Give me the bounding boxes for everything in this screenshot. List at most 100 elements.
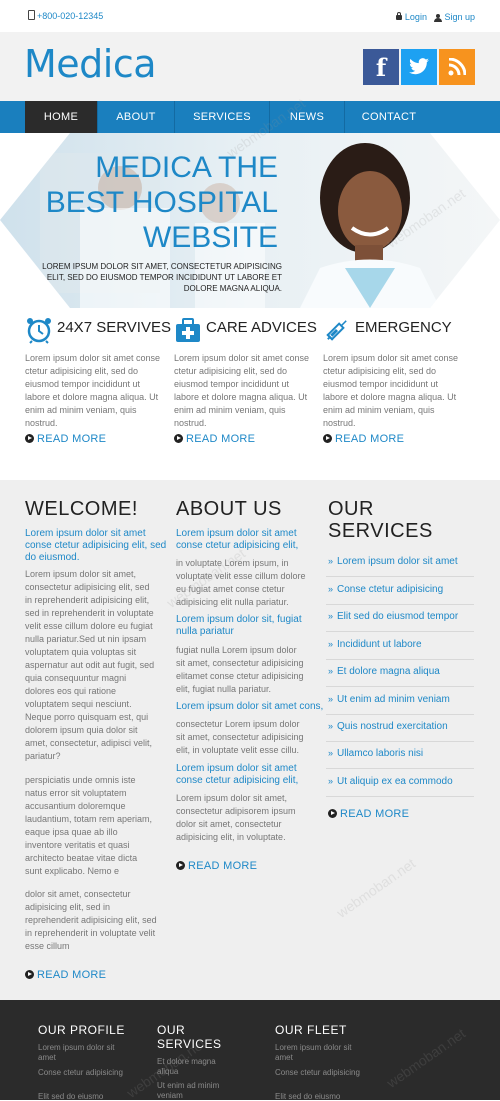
main-content: WELCOME! Lorem ipsum dolor sit amet cons… [0,480,500,1000]
nav-home[interactable]: HOME [25,101,97,133]
service-item[interactable]: » Ut enim ad minim veniam [328,694,450,705]
nav-contact[interactable]: CONTACT [345,101,433,133]
rss-button[interactable] [439,49,475,85]
feature-header: 24X7 SERVIVES [25,308,171,344]
feature-header: CARE ADVICES [174,308,317,344]
header: Medica f [0,32,500,101]
read-more-label: READ MORE [340,808,410,820]
play-icon [174,434,183,443]
about-text: Lorem ipsum dolor sit amet, consectetur … [176,793,296,842]
about-lead: Lorem ipsum dolor sit amet cons, [176,701,324,712]
service-item-label: Incididunt ut labore [337,639,422,650]
site-logo[interactable]: Medica [24,42,157,86]
read-more-link[interactable]: READ MORE [174,433,255,445]
about-text: consectetur Lorem ipsum dolor sit amet, … [176,719,304,755]
feature-title: 24X7 SERVIVES [57,319,171,336]
hero-title-line2: BEST HOSPITAL [45,186,278,219]
nav-about[interactable]: ABOUT [98,101,174,133]
feature-header: EMERGENCY [323,308,463,344]
feature-care-advices: CARE ADVICES Lorem ipsum dolor sit amet … [174,308,317,445]
service-item-label: Conse ctetur adipisicing [337,584,444,595]
welcome-title: WELCOME! [25,498,138,520]
feature-text: Lorem ipsum dolor sit amet conse ctetur … [25,353,161,428]
footer-link[interactable]: Lorem ipsum dolor sit amet [38,1043,128,1063]
footer-services-title-line1: OUR [157,1023,186,1037]
facebook-icon: f [375,52,387,82]
read-more-link[interactable]: READ MORE [323,433,404,445]
welcome-lead: Lorem ipsum dolor sit amet conse ctetur … [25,528,167,563]
footer-fleet-title: OUR FLEET [275,1023,347,1037]
nav-services[interactable]: SERVICES [175,101,269,133]
service-item[interactable]: » Quis nostrud exercitation [328,721,448,732]
service-item[interactable]: » Ut aliquip ex ea commodo [328,776,453,787]
play-icon [25,970,34,979]
service-divider [326,631,474,632]
signup-link[interactable]: Sign up [444,12,475,22]
service-divider [326,686,474,687]
read-more-link[interactable]: READ MORE [176,860,257,872]
welcome-text-3: dolor sit amet, consectetur adipisicing … [25,889,157,951]
service-item[interactable]: » Incididunt ut labore [328,639,422,650]
chevron-right-icon: » [328,584,334,594]
phone-text: +800-020-12345 [37,11,104,21]
medical-kit-icon [176,318,200,342]
login-link[interactable]: Login [405,12,427,22]
read-more-link[interactable]: READ MORE [25,969,106,981]
hero-banner: MEDICA THE BEST HOSPITAL WEBSITE LOREM I… [0,133,500,308]
user-icon [434,13,443,22]
footer-link[interactable]: Lorem ipsum dolor sit amet [275,1043,365,1063]
service-divider [326,741,474,742]
twitter-button[interactable] [401,49,437,85]
service-item[interactable]: » Ullamco laboris nisi [328,748,423,759]
play-icon [25,434,34,443]
hero-title-line1: MEDICA THE [95,151,278,184]
about-title: ABOUT US [176,498,282,520]
footer-services-title-line2: SERVICES [157,1037,222,1051]
phone-number: +800-020-12345 [28,10,103,21]
read-more-label: READ MORE [188,860,258,872]
read-more-link[interactable]: READ MORE [25,433,106,445]
about-lead: Lorem ipsum dolor sit amet conse ctetur … [176,763,299,786]
footer-link[interactable]: Ut enim ad minim veniam [157,1081,227,1100]
footer-link[interactable]: Conse ctetur adipisicing [38,1068,128,1078]
auth-links: Login Sign up [395,12,475,22]
feature-24x7: 24X7 SERVIVES Lorem ipsum dolor sit amet… [25,308,171,445]
footer-link[interactable]: Elit sed do eiusmo [38,1092,128,1100]
feature-title: EMERGENCY [355,319,452,336]
chevron-right-icon: » [328,556,334,566]
chevron-right-icon: » [328,721,334,731]
top-bar: +800-020-12345 Login Sign up [0,0,500,32]
service-divider [326,604,474,605]
service-divider [326,714,474,715]
alarm-clock-icon [27,318,51,344]
read-more-label: READ MORE [37,433,107,445]
feature-emergency: EMERGENCY Lorem ipsum dolor sit amet con… [323,308,463,445]
service-item[interactable]: » Conse ctetur adipisicing [328,584,443,595]
footer-link[interactable]: Et dolore magna aliqua [157,1057,227,1077]
hero-subtitle: LOREM IPSUM DOLOR SIT AMET, CONSECTETUR … [42,262,282,293]
service-item-label: Et dolore magna aliqua [337,666,440,677]
about-text: in voluptate Lorem ipsum, in voluptate v… [176,558,306,607]
feature-title: CARE ADVICES [206,319,317,336]
read-more-link[interactable]: READ MORE [328,808,409,820]
footer-link[interactable]: Elit sed do eiusmo [275,1092,365,1100]
service-item[interactable]: » Lorem ipsum dolor sit amet [328,556,458,567]
chevron-right-icon: » [328,666,334,676]
facebook-button[interactable]: f [363,49,399,85]
chevron-right-icon: » [328,694,334,704]
service-item[interactable]: » Elit sed do eiusmod tempor [328,611,458,622]
syringe-icon [326,320,347,341]
about-lead: Lorem ipsum dolor sit, fugiat nulla pari… [176,614,302,637]
nav-news[interactable]: NEWS [270,101,344,133]
phone-icon [28,10,35,20]
rss-icon [448,58,466,76]
play-icon [328,809,337,818]
service-item-label: Ullamco laboris nisi [337,748,424,759]
lock-icon [395,12,402,21]
services-title-line2: SERVICES [328,520,433,542]
chevron-right-icon: » [328,611,334,621]
service-item[interactable]: » Et dolore magna aliqua [328,666,440,677]
footer-link[interactable]: Conse ctetur adipisicing [275,1068,365,1078]
services-title-line1: OUR [328,498,374,520]
chevron-right-icon: » [328,776,334,786]
